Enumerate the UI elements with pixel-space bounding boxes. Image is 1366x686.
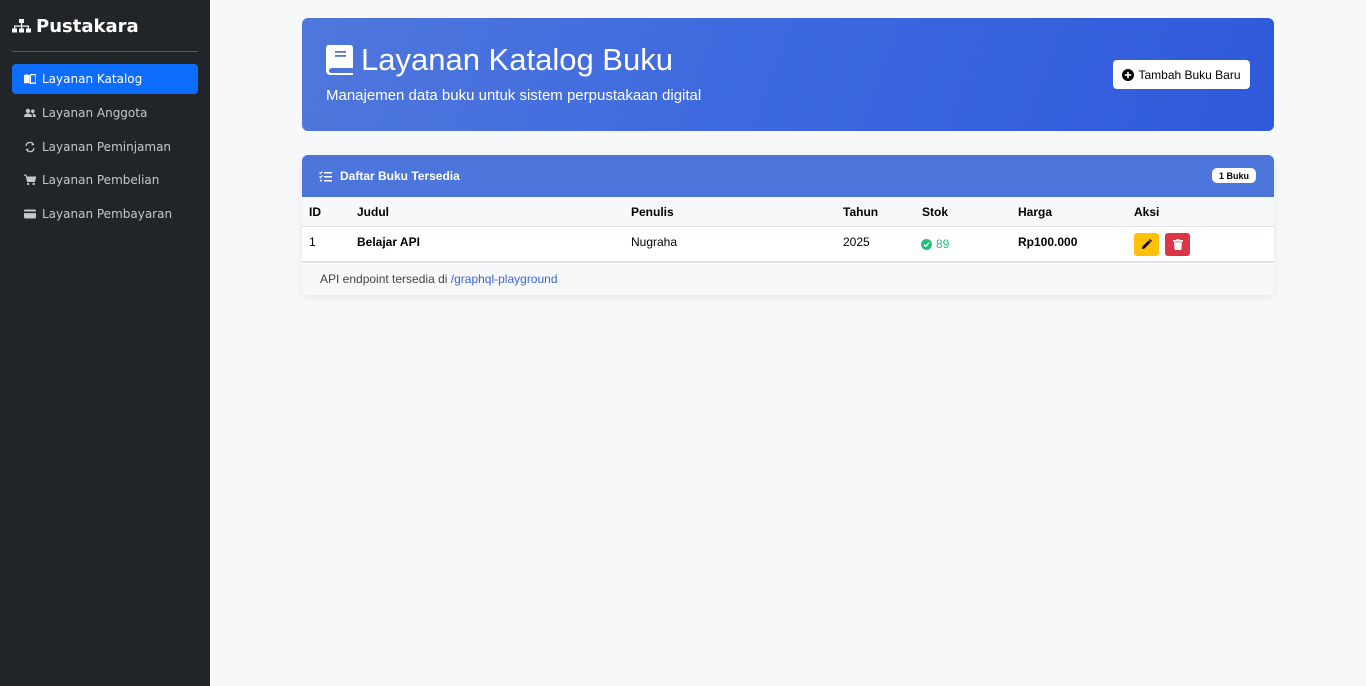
sidebar: Pustakara Layanan Katalog Layanan Anggot… — [0, 0, 210, 686]
column-header-actions: Aksi — [1134, 205, 1160, 219]
sidebar-item-pembelian[interactable]: Layanan Pembelian — [12, 165, 198, 195]
sidebar-item-label: Layanan Pembayaran — [42, 207, 173, 221]
check-circle-icon — [921, 238, 932, 250]
credit-card-icon — [24, 209, 36, 219]
cell-year: 2025 — [843, 235, 870, 249]
column-header-price: Harga — [1018, 205, 1053, 219]
card-footer: API endpoint tersedia di /graphql-playgr… — [302, 264, 1274, 295]
column-header-stock: Stok — [922, 205, 949, 219]
hero-banner: Layanan Katalog Buku Manajemen data buku… — [302, 18, 1274, 131]
plus-circle-icon — [1122, 68, 1135, 81]
sitemap-icon — [12, 18, 31, 32]
count-badge: 1 Buku — [1211, 168, 1256, 183]
book-open-icon — [24, 74, 36, 84]
edit-button[interactable] — [1134, 233, 1159, 256]
column-header-title: Judul — [357, 205, 389, 219]
sidebar-item-label: Layanan Peminjaman — [42, 139, 172, 154]
cell-stock: 89 — [921, 227, 949, 261]
delete-button[interactable] — [1165, 233, 1190, 256]
book-icon — [326, 45, 353, 75]
brand[interactable]: Pustakara — [12, 14, 139, 38]
sidebar-item-label: Layanan Anggota — [42, 105, 148, 120]
sidebar-item-pembayaran[interactable]: Layanan Pembayaran — [12, 199, 198, 229]
cell-id: 1 — [309, 235, 316, 249]
cell-price: Rp100.000 — [1018, 235, 1078, 249]
stock-value: 89 — [936, 237, 950, 251]
sidebar-item-label: Layanan Katalog — [42, 72, 143, 86]
list-check-icon — [319, 170, 332, 181]
users-icon — [24, 108, 36, 117]
sync-icon — [25, 141, 35, 152]
add-book-label: Tambah Buku Baru — [1138, 67, 1241, 82]
brand-divider — [12, 51, 198, 52]
cart-icon — [24, 174, 36, 186]
sidebar-item-anggota[interactable]: Layanan Anggota — [12, 98, 198, 128]
card-title: Daftar Buku Tersedia — [340, 169, 460, 183]
table-header: ID Judul Penulis Tahun Stok Harga Aksi — [302, 197, 1274, 227]
cell-author: Nugraha — [631, 235, 678, 249]
cell-title: Belajar API — [357, 235, 420, 249]
column-header-year: Tahun — [843, 205, 879, 219]
table-row: 1 Belajar API Nugraha 2025 89 Rp100.000 — [302, 227, 1274, 263]
column-header-author: Penulis — [631, 205, 674, 219]
graphql-playground-link[interactable]: /graphql-playground — [451, 272, 558, 286]
sidebar-item-label: Layanan Pembelian — [42, 173, 160, 188]
sidebar-nav: Layanan Katalog Layanan Anggota Layanan … — [12, 64, 198, 233]
brand-name: Pustakara — [36, 15, 139, 37]
book-list-card: Daftar Buku Tersedia 1 Buku ID Judul Pen… — [302, 155, 1274, 295]
page-title: Layanan Katalog Buku — [326, 42, 673, 78]
sidebar-item-katalog[interactable]: Layanan Katalog — [12, 64, 198, 94]
sidebar-item-peminjaman[interactable]: Layanan Peminjaman — [12, 132, 198, 162]
add-book-button[interactable]: Tambah Buku Baru — [1113, 60, 1250, 89]
column-header-id: ID — [309, 205, 321, 219]
page-subtitle: Manajemen data buku untuk sistem perpust… — [326, 87, 702, 104]
trash-icon — [1172, 239, 1183, 250]
pencil-icon — [1142, 239, 1152, 249]
footer-text: API endpoint tersedia di — [320, 272, 448, 286]
card-header: Daftar Buku Tersedia 1 Buku — [302, 155, 1274, 197]
page-title-text: Layanan Katalog Buku — [361, 42, 673, 77]
